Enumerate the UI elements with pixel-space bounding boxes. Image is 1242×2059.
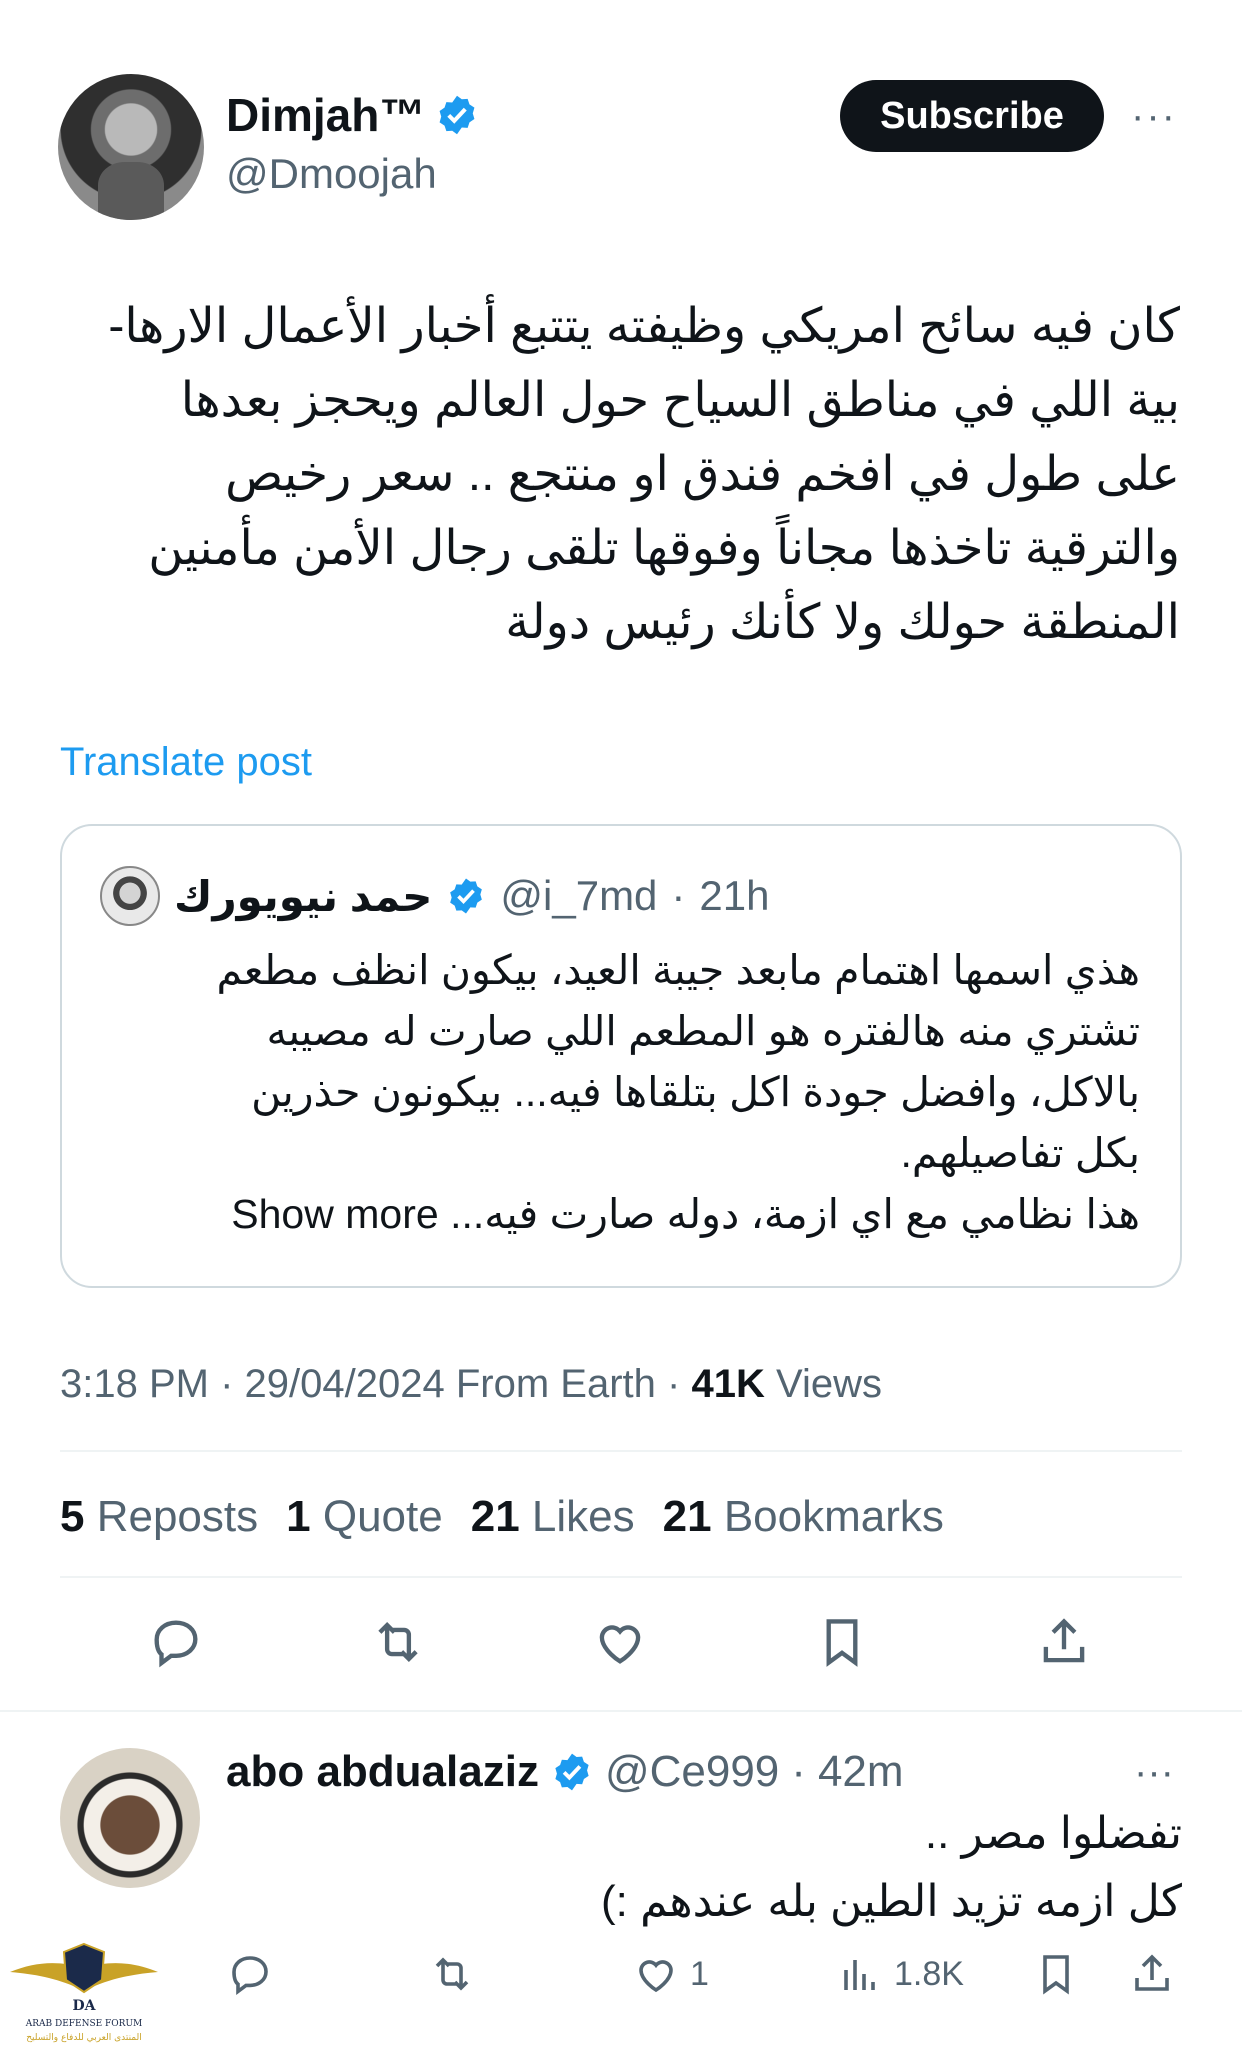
subscribe-button[interactable]: Subscribe	[840, 80, 1104, 152]
post-line: بية اللي في مناطق السياح حول العالم ويحج…	[180, 374, 1180, 427]
reply-author-avatar[interactable]	[60, 1748, 200, 1888]
post-line: كان فيه سائح امريكي وظيفته يتتبع أخبار ا…	[108, 300, 1180, 353]
author-avatar[interactable]	[58, 74, 204, 220]
post-line: المنطقة حولك ولا كأنك رئيس دولة	[505, 596, 1180, 649]
reply-line: كل ازمه تزيد الطين بله عندهم :)	[600, 1877, 1182, 1926]
quoted-post-time[interactable]: 21h	[699, 872, 769, 920]
repost-icon	[435, 1957, 469, 1991]
reposts-count: 5	[60, 1492, 85, 1541]
bookmark-icon	[826, 1619, 858, 1667]
meta-separator: ·	[220, 1362, 234, 1406]
views-label: Views	[776, 1362, 882, 1406]
reply-text: تفضلوا مصر .. كل ازمه تزيد الطين بله عند…	[226, 1800, 1182, 1936]
quoted-line: بكل تفاصيلهم.	[900, 1130, 1140, 1176]
author-name-row[interactable]: Dimjah™	[226, 88, 479, 142]
heart-icon	[599, 1625, 641, 1664]
likes-count: 21	[470, 1492, 520, 1541]
bookmark-icon	[1043, 1955, 1069, 1995]
verified-badge-icon	[439, 95, 475, 135]
divider	[0, 1710, 1242, 1712]
repost-button[interactable]	[362, 1606, 434, 1678]
quote-count: 1	[286, 1492, 311, 1541]
arab-defense-forum-logo: DA ARAB DEFENSE FORUM المنتدى العربي للد…	[10, 1942, 158, 2043]
quoted-author-name[interactable]: حمد نيويورك	[174, 872, 432, 921]
post-source: From Earth	[455, 1362, 656, 1406]
reply-icon	[232, 1956, 268, 1995]
author-name[interactable]: Dimjah™	[226, 88, 425, 142]
reply-bookmark-button[interactable]	[1032, 1938, 1080, 2010]
likes-stat[interactable]: 21 Likes	[471, 1492, 635, 1542]
bookmarks-label: Bookmarks	[723, 1492, 944, 1541]
more-options-icon[interactable]: ···	[1124, 1750, 1184, 1794]
post-line: والترقية تاخذها مجاناً وفوقها تلقى رجال …	[148, 522, 1180, 575]
meta-separator: ·	[791, 1747, 806, 1796]
show-more-link[interactable]: Show more	[231, 1191, 438, 1237]
logo-monogram: DA	[72, 1998, 96, 2014]
reply-icon	[154, 1620, 198, 1668]
meta-separator: ·	[667, 1362, 681, 1406]
quoted-line: هذا نظامي مع اي ازمة، دوله صارت فيه...	[450, 1191, 1140, 1237]
translate-post-link[interactable]: Translate post	[60, 740, 312, 785]
reply-header: abo abdualaziz @Ce999 · 42m	[226, 1740, 904, 1804]
divider	[60, 1450, 1182, 1452]
post-date[interactable]: 29/04/2024	[245, 1362, 445, 1406]
more-options-icon[interactable]: ···	[1124, 94, 1184, 138]
author-handle[interactable]: @Dmoojah	[226, 150, 437, 198]
quoted-line: هذي اسمها اهتمام مابعد جيبة العيد، بيكون…	[216, 947, 1140, 993]
reply-share-button[interactable]	[1128, 1938, 1176, 2010]
divider	[60, 1576, 1182, 1578]
quotes-stat[interactable]: 1 Quote	[286, 1492, 443, 1542]
heart-icon	[639, 1960, 673, 1993]
reply-views-button[interactable]: 1.8K	[836, 1938, 964, 2010]
reply-reply-button[interactable]	[226, 1938, 274, 2010]
logo-forum-name-ar: المنتدى العربي للدفاع والتسليح	[26, 2033, 141, 2043]
quote-label: Quote	[322, 1492, 443, 1541]
quoted-line: تشتري منه هالفتره هو المطعم اللي صارت له…	[266, 1008, 1140, 1054]
reply-like-button[interactable]: 1	[632, 1938, 709, 2010]
reposts-stat[interactable]: 5 Reposts	[60, 1492, 258, 1542]
reply-author-handle[interactable]: @Ce999	[605, 1747, 779, 1797]
quoted-post-text: هذي اسمها اهتمام مابعد جيبة العيد، بيكون…	[100, 940, 1140, 1245]
reply-views-count: 1.8K	[894, 1954, 964, 1993]
logo-forum-name: ARAB DEFENSE FORUM	[25, 2019, 143, 2029]
reply-repost-button[interactable]	[428, 1938, 476, 2010]
quoted-post-header: حمد نيويورك @i_7md · 21h	[100, 864, 770, 928]
repost-icon	[378, 1622, 418, 1662]
engagement-stats: 5 Reposts 1 Quote 21 Likes 21 Bookmarks	[60, 1492, 944, 1542]
quoted-author-avatar[interactable]	[100, 866, 160, 926]
views-count: 41K	[691, 1362, 765, 1406]
share-icon	[1043, 1618, 1085, 1663]
post-line: على طول في افخم فندق او منتجع .. سعر رخي…	[225, 448, 1180, 501]
verified-badge-icon	[555, 1753, 589, 1791]
share-icon	[1135, 1954, 1169, 1991]
reply-line: تفضلوا مصر ..	[924, 1809, 1182, 1858]
quoted-line: بالاكل، وافضل جودة اكل بتلقاها فيه... بي…	[251, 1069, 1140, 1115]
reply-time[interactable]: 42m	[818, 1747, 904, 1797]
quoted-last-line: هذا نظامي مع اي ازمة، دوله صارت فيه... S…	[100, 1184, 1140, 1245]
meta-separator: ·	[671, 872, 686, 919]
reposts-label: Reposts	[96, 1492, 259, 1541]
post-time[interactable]: 3:18 PM	[60, 1362, 209, 1406]
quoted-author-handle[interactable]: @i_7md	[500, 872, 657, 920]
reply-author-name[interactable]: abo abdualaziz	[226, 1747, 539, 1797]
likes-label: Likes	[531, 1492, 635, 1541]
analytics-icon	[844, 1960, 875, 1990]
verified-badge-icon	[450, 878, 483, 914]
post-text: كان فيه سائح امريكي وظيفته يتتبع أخبار ا…	[60, 290, 1180, 660]
share-button[interactable]	[1028, 1606, 1100, 1678]
logo-shield	[62, 1942, 106, 1994]
reply-likes-count: 1	[690, 1954, 709, 1993]
post-timestamp-row: 3:18 PM · 29/04/2024 From Earth · 41K Vi…	[60, 1362, 882, 1407]
bookmarks-count: 21	[662, 1492, 712, 1541]
bookmarks-stat[interactable]: 21 Bookmarks	[663, 1492, 944, 1542]
reply-button[interactable]	[140, 1606, 212, 1678]
like-button[interactable]	[584, 1606, 656, 1678]
bookmark-button[interactable]	[806, 1606, 878, 1678]
